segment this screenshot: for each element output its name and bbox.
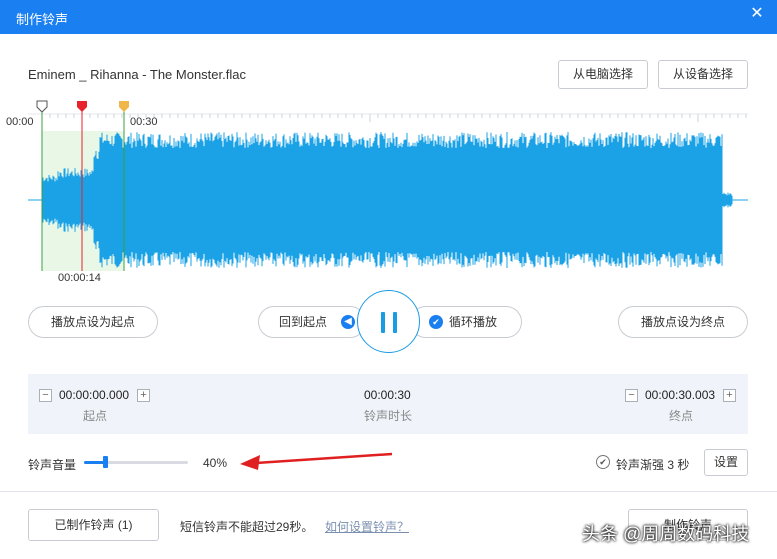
end-decrease-button[interactable]: − — [625, 389, 638, 402]
select-from-pc-button[interactable]: 从电脑选择 — [558, 60, 648, 89]
start-decrease-button[interactable]: − — [39, 389, 52, 402]
title-bar: 制作铃声 ✕ — [0, 0, 777, 34]
start-time-label: 起点 — [83, 409, 108, 423]
volume-slider[interactable] — [84, 456, 188, 468]
close-icon[interactable]: ✕ — [747, 4, 767, 24]
check-icon: ✔ — [429, 315, 443, 329]
set-end-point-button[interactable]: 播放点设为终点 — [618, 306, 748, 338]
waveform-path — [41, 132, 733, 268]
waveform-editor[interactable]: 00:00 00:30 00:00:14 — [0, 96, 777, 291]
end-handle[interactable] — [119, 101, 129, 112]
end-time-label: 终点 — [669, 409, 694, 423]
play-pause-button[interactable] — [357, 290, 420, 353]
volume-label: 铃声音量 — [28, 458, 77, 472]
volume-percent: 40% — [203, 456, 228, 470]
window-title: 制作铃声 — [16, 12, 69, 27]
fade-in-label: 铃声渐强 3 秒 — [616, 458, 690, 472]
fade-settings-button[interactable]: 设置 — [704, 449, 748, 476]
start-handle[interactable] — [36, 100, 48, 113]
file-name: Eminem _ Rihanna - The Monster.flac — [28, 67, 246, 82]
sms-note: 短信铃声不能超过29秒。 — [180, 520, 314, 534]
loop-playback-label: 循环播放 — [449, 315, 498, 329]
playhead-handle[interactable] — [77, 101, 87, 112]
watermark: 头条 @周周数码科技 — [582, 524, 750, 544]
start-increase-button[interactable]: + — [137, 389, 150, 402]
footer-divider — [0, 491, 777, 492]
duration-value: 00:00:30 — [364, 388, 411, 402]
set-start-point-button[interactable]: 播放点设为起点 — [28, 306, 158, 338]
volume-fill — [84, 461, 105, 464]
pause-icon-bar — [393, 312, 397, 333]
timeline-start-label: 00:00 — [6, 116, 34, 128]
back-arrow-icon: ◀ — [341, 315, 355, 329]
playhead-time-label: 00:00:14 — [58, 272, 101, 284]
pause-icon — [381, 312, 385, 333]
select-from-device-button[interactable]: 从设备选择 — [658, 60, 748, 89]
back-to-start-label: 回到起点 — [279, 315, 328, 329]
check-circle-icon[interactable]: ✔ — [596, 455, 610, 469]
end-increase-button[interactable]: + — [723, 389, 736, 402]
volume-thumb[interactable] — [102, 456, 108, 468]
annotation-arrow — [240, 452, 393, 470]
made-ringtones-button[interactable]: 已制作铃声 (1) — [28, 509, 159, 541]
duration-label: 铃声时长 — [364, 409, 413, 423]
end-time-value: 00:00:30.003 — [645, 388, 716, 402]
loop-playback-toggle[interactable]: ✔ 循环播放 — [410, 306, 522, 338]
timeline-end-label: 00:30 — [130, 116, 158, 128]
time-settings-panel: − 00:00:00.000 + 起点 00:00:30 铃声时长 − 00:0… — [28, 374, 748, 434]
back-to-start-button[interactable]: 回到起点 ◀ — [258, 306, 366, 338]
start-time-value: 00:00:00.000 — [59, 388, 130, 402]
how-to-set-ringtone-link[interactable]: 如何设置铃声？ — [325, 518, 409, 535]
waveform-canvas[interactable] — [0, 96, 777, 291]
waveform — [41, 132, 733, 268]
